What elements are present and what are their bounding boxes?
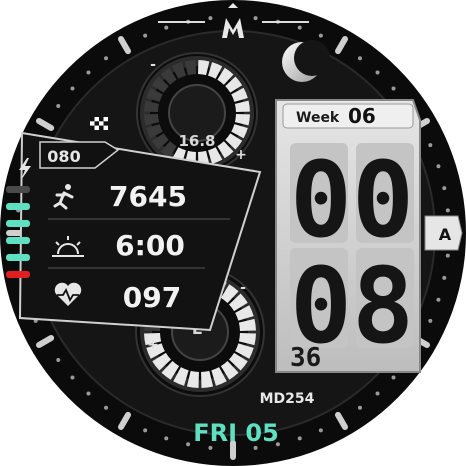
bezel-minor-tick: [70, 86, 75, 91]
bezel-minor-tick: [391, 86, 396, 91]
upper-dial-plus: +: [235, 147, 247, 163]
sunrise-value: 6:00: [115, 229, 185, 262]
bezel-minor-tick: [318, 428, 323, 433]
lower-dial-plus: +: [147, 337, 159, 353]
bezel-minor-tick: [428, 143, 433, 148]
level-bar: [6, 220, 30, 227]
bezel-minor-tick: [86, 391, 91, 396]
bezel-minor-tick: [143, 428, 148, 433]
bezel-minor-tick: [143, 33, 148, 38]
date-text: FRI 05: [193, 419, 279, 447]
bezel-minor-tick: [318, 33, 323, 38]
bezel-minor-tick: [357, 56, 362, 61]
checkered-flag-icon: [90, 117, 108, 130]
bezel-minor-tick: [104, 405, 109, 410]
bezel-minor-tick: [297, 436, 302, 441]
bezel-minor-tick: [56, 357, 61, 362]
bezel-minor-tick: [436, 164, 441, 169]
bezel-minor-tick: [86, 70, 91, 75]
time-seconds: 36: [290, 343, 321, 373]
week-number: 06: [348, 104, 376, 128]
week-label: Week: [296, 110, 340, 126]
bezel-minor-tick: [104, 56, 109, 61]
bezel-minor-tick: [186, 442, 191, 447]
level-bar: [6, 254, 30, 261]
model-text: MD254: [260, 391, 315, 407]
bezel-minor-tick: [297, 25, 302, 30]
battery-value: 080: [47, 147, 80, 166]
watch-face-graphic: + - 16.8 + - L 080: [0, 0, 466, 466]
bezel-minor-tick: [428, 318, 433, 323]
bezel-minor-tick: [375, 70, 380, 75]
steps-value: 7645: [109, 180, 187, 213]
lower-dial-minus: -: [240, 280, 246, 296]
level-bar: [6, 186, 30, 193]
bezel-minor-tick: [357, 405, 362, 410]
bezel-minor-tick: [375, 391, 380, 396]
bezel-minor-tick: [208, 16, 213, 21]
bezel-minor-tick: [164, 436, 169, 441]
bezel-minor-tick: [164, 25, 169, 30]
side-button-label[interactable]: A: [439, 225, 452, 244]
bezel-minor-tick: [445, 208, 450, 213]
level-bar: [6, 237, 30, 244]
upper-dial-value: 16.8: [178, 132, 215, 150]
level-bar: [6, 203, 30, 210]
bezel-minor-tick: [445, 253, 450, 258]
heart-rate-value: 097: [123, 281, 181, 314]
bezel-minor-tick: [442, 275, 447, 280]
upper-dial-minus: -: [150, 57, 156, 73]
bezel-minor-tick: [442, 186, 447, 191]
bezel-minor-tick: [391, 375, 396, 380]
level-bar: [6, 271, 30, 278]
bezel-minor-tick: [70, 375, 75, 380]
time-hours: 00: [290, 139, 414, 261]
bezel-minor-tick: [436, 297, 441, 302]
bezel-minor-tick: [56, 104, 61, 109]
bezel-minor-tick: [253, 16, 258, 21]
watch-face: + - 16.8 + - L 080: [0, 0, 466, 466]
